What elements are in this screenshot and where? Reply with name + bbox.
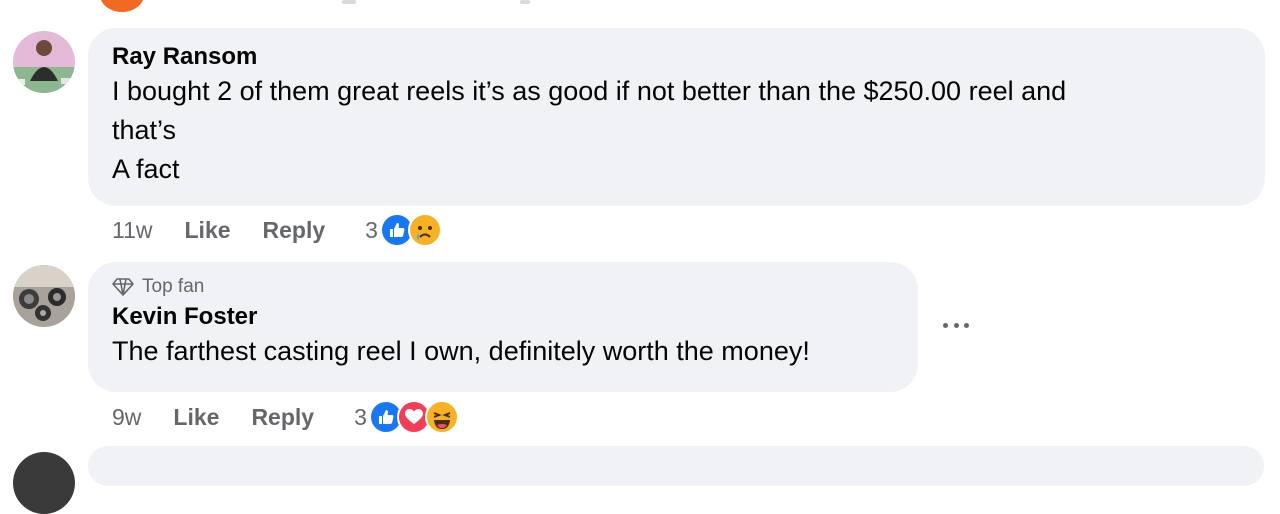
previous-comment-avatar[interactable] xyxy=(100,0,144,12)
comment-text-line: A fact xyxy=(112,154,180,184)
like-button[interactable]: Like xyxy=(185,217,231,244)
avatar[interactable] xyxy=(13,452,75,514)
top-fan-badge: Top fan xyxy=(112,274,894,300)
reply-button[interactable]: Reply xyxy=(263,217,326,244)
reaction-count: 3 xyxy=(354,403,367,430)
top-fan-label: Top fan xyxy=(142,276,205,297)
comment-bubble: Top fan Kevin Foster The farthest castin… xyxy=(88,262,918,392)
reactions-summary[interactable]: 3 xyxy=(365,213,442,247)
comment-bubble xyxy=(88,446,1264,486)
more-options-icon[interactable] xyxy=(943,323,969,328)
comment-actions: 11w Like Reply 3 xyxy=(112,212,442,248)
reply-button[interactable]: Reply xyxy=(251,404,314,431)
haha-icon xyxy=(424,400,459,434)
comment-actions: 9w Like Reply 3 xyxy=(112,399,459,435)
comment-text-line: that’s xyxy=(112,115,177,145)
comment-timestamp[interactable]: 9w xyxy=(112,404,141,431)
reactions-summary[interactable]: 3 xyxy=(354,400,459,434)
avatar[interactable] xyxy=(13,265,75,327)
like-button[interactable]: Like xyxy=(173,404,219,431)
comment-timestamp[interactable]: 11w xyxy=(112,217,153,244)
previous-comment-text-fragment xyxy=(342,0,356,4)
comment-bubble: Ray Ransom I bought 2 of them great reel… xyxy=(88,28,1265,206)
comment-author[interactable]: Kevin Foster xyxy=(112,302,894,332)
comment-text-line: I bought 2 of them great reels it’s as g… xyxy=(112,76,1067,106)
reaction-count: 3 xyxy=(365,216,378,243)
avatar[interactable] xyxy=(13,31,75,93)
comment-text-line: The farthest casting reel I own, definit… xyxy=(112,336,810,366)
comment-author[interactable]: Ray Ransom xyxy=(112,42,1241,72)
previous-comment-text-fragment xyxy=(520,0,530,4)
sad-icon xyxy=(407,213,442,247)
comment-text: I bought 2 of them great reels it’s as g… xyxy=(112,72,1241,189)
comment-text: The farthest casting reel I own, definit… xyxy=(112,332,894,371)
diamond-icon xyxy=(112,278,134,296)
